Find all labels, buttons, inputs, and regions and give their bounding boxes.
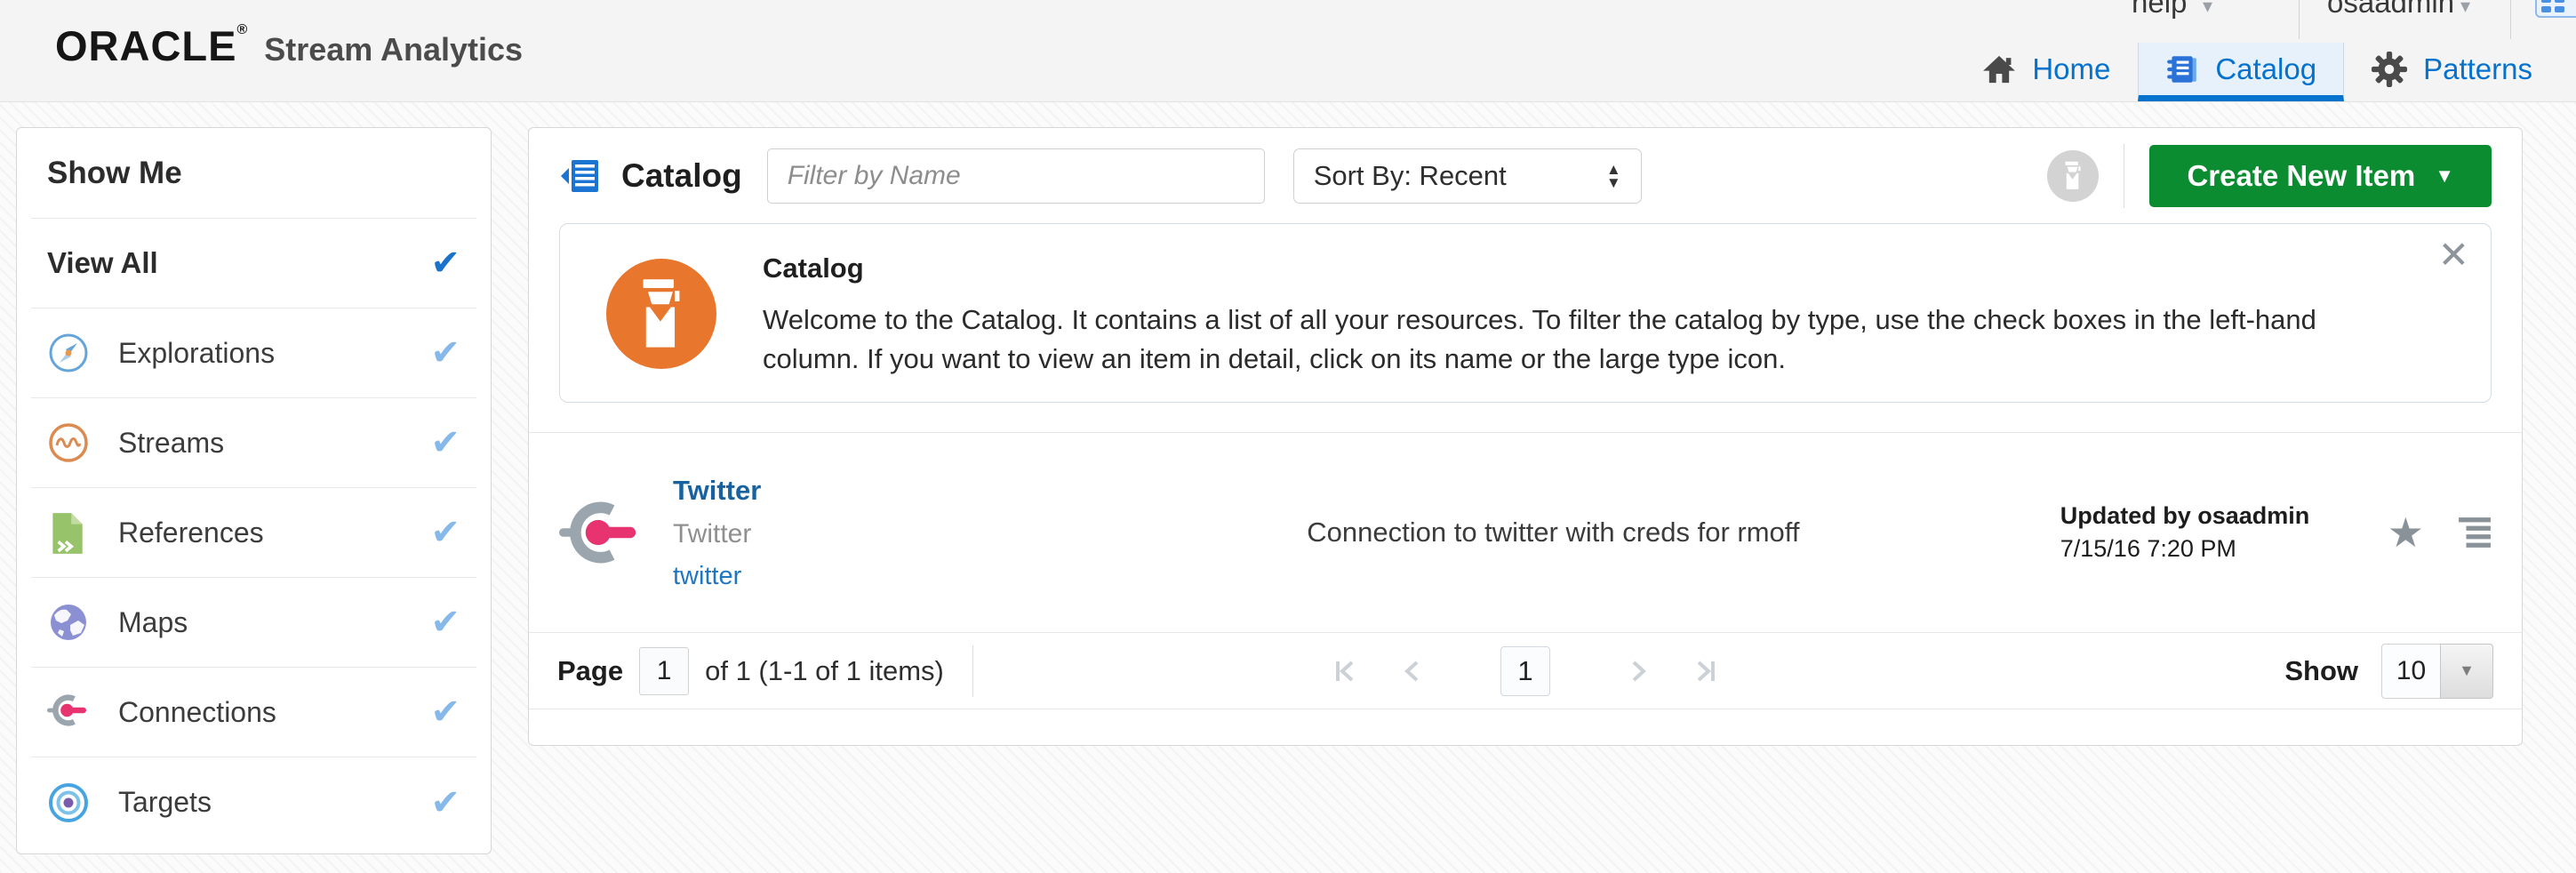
- tab-label: Patterns: [2423, 52, 2532, 86]
- previous-page-icon[interactable]: [1399, 658, 1426, 685]
- check-icon: ✔: [430, 332, 460, 373]
- sidebar-item-view-all[interactable]: View All ✔: [31, 219, 476, 308]
- item-name-link[interactable]: Twitter: [673, 475, 1046, 507]
- registered-mark: ®: [236, 22, 248, 37]
- page-size-dropdown-button[interactable]: ▼: [2440, 644, 2493, 699]
- top-bar: ORACLE® Stream Analytics help ▾ osaadmin…: [0, 0, 2576, 102]
- user-caret-icon: ▾: [2460, 0, 2470, 18]
- home-icon: [1982, 53, 2016, 85]
- show-me-panel: Show Me View All ✔ Explorations ✔ Stream…: [16, 127, 492, 854]
- app-launcher-grid-icon[interactable]: [2535, 0, 2576, 18]
- item-tag-link[interactable]: twitter: [673, 562, 1046, 591]
- globe-icon: [47, 601, 90, 644]
- sidebar-item-references[interactable]: References ✔: [31, 488, 476, 578]
- catalog-toolbar: Catalog Sort By: Recent ▲▼ Create New It…: [529, 128, 2522, 223]
- product-title: Stream Analytics: [264, 31, 523, 68]
- updated-by: Updated by osaadmin: [2060, 500, 2363, 533]
- pagination-bar: Page of 1 (1-1 of 1 items) 1 Show 10 ▼: [529, 632, 2522, 709]
- show-me-title: Show Me: [31, 128, 476, 219]
- help-caret-icon: ▾: [2203, 0, 2212, 18]
- help-menu[interactable]: help: [2132, 0, 2187, 20]
- check-icon: ✔: [430, 782, 460, 823]
- item-description: Connection to twitter with creds for rmo…: [1046, 517, 2060, 549]
- current-page-button[interactable]: 1: [1500, 646, 1550, 696]
- tab-label: Home: [2032, 52, 2110, 86]
- table-row: Twitter Twitter twitter Connection to tw…: [529, 433, 2522, 632]
- catalog-book-icon: [2165, 52, 2199, 86]
- check-icon: ✔: [430, 422, 460, 463]
- page-title: Catalog: [621, 157, 742, 195]
- sidebar-item-maps[interactable]: Maps ✔: [31, 578, 476, 668]
- catalog-panel: Catalog Sort By: Recent ▲▼ Create New It…: [528, 127, 2523, 746]
- page-size-control: Show 10 ▼: [2284, 644, 2493, 699]
- catalog-type-icon: [606, 259, 716, 369]
- wave-circle-icon: [47, 421, 90, 464]
- card-footer: [529, 709, 2522, 745]
- tab-patterns[interactable]: Patterns: [2344, 43, 2560, 101]
- nav-tabs: Home Catalog: [1955, 43, 2560, 101]
- catalog-info-circle-button[interactable]: [2047, 150, 2099, 202]
- sidebar-item-connections[interactable]: Connections ✔: [31, 668, 476, 757]
- dropdown-caret-icon: ▼: [2435, 164, 2454, 188]
- dropdown-caret-icon: ▼: [2459, 661, 2475, 680]
- item-updated-info: Updated by osaadmin 7/15/16 7:20 PM: [2060, 500, 2363, 565]
- filter-by-name-input[interactable]: [767, 148, 1265, 204]
- topmenu-divider: [2510, 0, 2511, 39]
- tab-label: Catalog: [2215, 52, 2316, 86]
- check-icon: ✔: [430, 243, 460, 284]
- first-page-icon[interactable]: [1332, 658, 1358, 685]
- user-menu[interactable]: osaadmin: [2327, 0, 2454, 20]
- sidebar-item-targets[interactable]: Targets ✔: [31, 757, 476, 847]
- item-type-label: Twitter: [673, 519, 1046, 549]
- select-arrows-icon: ▲▼: [1606, 163, 1621, 189]
- sidebar-item-explorations[interactable]: Explorations ✔: [31, 308, 476, 398]
- last-page-icon[interactable]: [1692, 658, 1719, 685]
- tab-home[interactable]: Home: [1955, 43, 2138, 101]
- topmenu-divider: [2299, 0, 2300, 39]
- collapse-catalog-icon[interactable]: [559, 156, 602, 196]
- show-label: Show: [2284, 655, 2358, 687]
- check-icon: ✔: [430, 512, 460, 553]
- check-icon: ✔: [430, 692, 460, 733]
- brand-text: ORACLE®: [55, 21, 248, 70]
- sidebar-item-streams[interactable]: Streams ✔: [31, 398, 476, 488]
- welcome-title: Catalog: [763, 252, 864, 284]
- pager-controls: 1: [1332, 646, 1719, 696]
- tab-catalog[interactable]: Catalog: [2138, 43, 2344, 101]
- connection-type-icon[interactable]: [559, 499, 643, 566]
- close-icon[interactable]: ✕: [2438, 233, 2469, 276]
- row-actions: ★: [2388, 512, 2492, 553]
- welcome-message: Welcome to the Catalog. It contains a li…: [763, 300, 2375, 379]
- document-icon: [47, 511, 90, 554]
- page-number-input[interactable]: [639, 647, 689, 695]
- favorite-star-icon[interactable]: ★: [2388, 512, 2424, 553]
- gear-icon: [2372, 52, 2407, 87]
- page-label: Page: [557, 655, 623, 687]
- create-new-item-button[interactable]: Create New Item ▼: [2149, 145, 2492, 207]
- sort-by-select[interactable]: Sort By: Recent ▲▼: [1293, 148, 1642, 204]
- page-size-value: 10: [2381, 644, 2440, 699]
- check-icon: ✔: [430, 602, 460, 643]
- pagination-divider: [972, 645, 973, 697]
- oracle-logo: ORACLE® Stream Analytics: [55, 21, 523, 70]
- target-icon: [47, 781, 90, 824]
- row-menu-icon[interactable]: [2458, 517, 2492, 549]
- plug-icon: [47, 691, 90, 733]
- next-page-icon[interactable]: [1625, 658, 1652, 685]
- catalog-welcome-box: Catalog Welcome to the Catalog. It conta…: [559, 223, 2492, 403]
- item-name-block: Twitter Twitter twitter: [673, 475, 1046, 591]
- compass-icon: [47, 332, 90, 374]
- updated-at: 7/15/16 7:20 PM: [2060, 533, 2363, 565]
- page-range-text: of 1 (1-1 of 1 items): [705, 655, 944, 687]
